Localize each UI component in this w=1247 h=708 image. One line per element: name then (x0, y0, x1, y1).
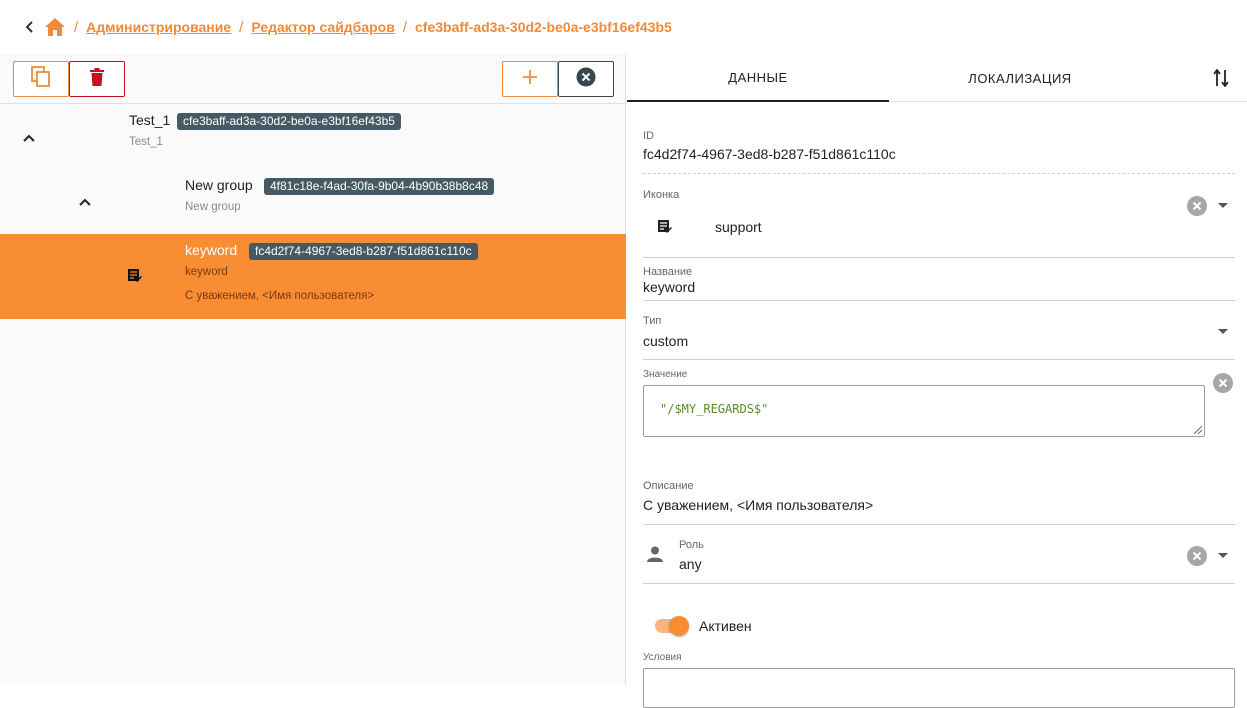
breadcrumb-separator: / (74, 18, 79, 36)
caret-down-icon[interactable] (1215, 198, 1231, 214)
type-select[interactable]: custom (643, 333, 1235, 349)
value-field[interactable]: Значение "/$MY_REGARDS$" (643, 369, 1235, 449)
plus-icon (522, 69, 538, 90)
caret-down-icon[interactable] (1215, 548, 1231, 564)
tree-item-keyword[interactable]: keyword fc4d2f74-4967-3ed8-b287-f51d861c… (0, 234, 626, 319)
delete-button[interactable] (69, 61, 125, 97)
icon-value: support (715, 219, 762, 235)
copy-icon (31, 65, 51, 93)
value-text: "/$MY_REGARDS$" (660, 402, 769, 416)
divider (643, 524, 1235, 525)
tab-data[interactable]: ДАННЫЕ (627, 54, 889, 102)
tab-localization[interactable]: ЛОКАЛИЗАЦИЯ (889, 54, 1151, 102)
toggle-thumb (669, 616, 689, 636)
copy-button[interactable] (13, 61, 69, 97)
resize-handle-icon[interactable] (1194, 426, 1202, 434)
add-button[interactable] (502, 61, 558, 97)
breadcrumb: / Администрирование / Редактор сайдбаров… (0, 0, 1247, 54)
tree-item-subtitle: New group (185, 201, 241, 213)
tree-item-description: С уважением, <Имя пользователя> (185, 290, 375, 302)
tree-item-subtitle: keyword (185, 266, 228, 278)
conditions-label: Условия (643, 652, 682, 663)
trash-icon (90, 67, 104, 91)
clear-icon[interactable] (1213, 373, 1233, 393)
breadcrumb-link-sidebar-editor[interactable]: Редактор сайдбаров (251, 19, 395, 35)
value-textarea[interactable]: "/$MY_REGARDS$" (643, 385, 1205, 437)
tree-item-new-group[interactable]: New group 4f81c18e-f4ad-30fa-9b04-4b90b3… (0, 170, 626, 234)
type-label: Тип (643, 315, 662, 327)
close-circle-icon (576, 67, 596, 92)
description-label: Описание (643, 480, 694, 492)
conditions-field[interactable]: Условия (643, 652, 1235, 708)
conditions-textarea[interactable] (643, 668, 1235, 708)
divider (643, 257, 1235, 258)
chevron-left-icon[interactable] (22, 19, 38, 35)
tree-panel: Test_1 cfe3baff-ad3a-30d2-be0a-e3bf16ef4… (0, 54, 626, 685)
id-label: ID (643, 130, 654, 142)
icon-field[interactable]: Иконка support (643, 189, 1235, 259)
name-field[interactable]: Название keyword (643, 266, 1235, 302)
clear-icon[interactable] (1187, 546, 1207, 566)
id-value: fc4d2f74-4967-3ed8-b287-f51d861c110c (643, 146, 896, 162)
breadcrumb-link-admin[interactable]: Администрирование (86, 19, 231, 35)
chevron-up-icon[interactable] (19, 128, 39, 148)
tree-item-test-1[interactable]: Test_1 cfe3baff-ad3a-30d2-be0a-e3bf16ef4… (0, 106, 626, 170)
tab-bar: ДАННЫЕ ЛОКАЛИЗАЦИЯ (627, 54, 1247, 102)
tree-item-id-chip: 4f81c18e-f4ad-30fa-9b04-4b90b38b8c48 (264, 178, 495, 195)
active-toggle[interactable]: Активен (655, 616, 752, 636)
active-label: Активен (699, 618, 752, 634)
divider (643, 173, 1235, 174)
tree-item-title: New group (185, 177, 253, 193)
description-field[interactable]: Описание С уважением, <Имя пользователя> (643, 480, 1235, 526)
role-select[interactable]: any (679, 556, 1235, 572)
sort-icon[interactable] (1209, 66, 1233, 90)
breadcrumb-separator: / (239, 18, 244, 36)
chevron-up-icon[interactable] (75, 192, 95, 212)
id-field: ID fc4d2f74-4967-3ed8-b287-f51d861c110c (643, 130, 1235, 178)
divider (643, 359, 1235, 360)
tree-item-id-chip: fc4d2f74-4967-3ed8-b287-f51d861c110c (249, 243, 478, 260)
description-input[interactable]: С уважением, <Имя пользователя> (643, 497, 1235, 513)
type-field[interactable]: Тип custom (643, 315, 1235, 361)
detail-panel: ДАННЫЕ ЛОКАЛИЗАЦИЯ ID fc4d2f74-4967-3ed8… (627, 54, 1247, 708)
icon-label: Иконка (643, 189, 680, 201)
role-label: Роль (679, 539, 704, 551)
value-label: Значение (643, 369, 688, 380)
toggle-track (655, 616, 689, 636)
role-field[interactable]: Роль any (643, 539, 1235, 585)
name-input[interactable]: keyword (643, 279, 1235, 295)
clear-icon[interactable] (1187, 196, 1207, 216)
close-button[interactable] (558, 61, 614, 97)
support-icon (128, 269, 142, 288)
tree-item-subtitle: Test_1 (129, 136, 163, 148)
divider (643, 583, 1235, 584)
name-label: Название (643, 266, 693, 278)
breadcrumb-separator: / (402, 18, 407, 36)
tree-item-id-chip: cfe3baff-ad3a-30d2-be0a-e3bf16ef43b5 (177, 113, 401, 130)
tree-item-title: Test_1 (129, 112, 171, 128)
tree-toolbar (0, 54, 626, 104)
tree-item-title: keyword (185, 242, 238, 258)
person-icon (647, 546, 663, 567)
divider (643, 300, 1235, 301)
breadcrumb-current: cfe3baff-ad3a-30d2-be0a-e3bf16ef43b5 (415, 19, 672, 35)
home-icon[interactable] (44, 16, 66, 38)
caret-down-icon[interactable] (1215, 324, 1231, 340)
support-icon (658, 220, 672, 239)
